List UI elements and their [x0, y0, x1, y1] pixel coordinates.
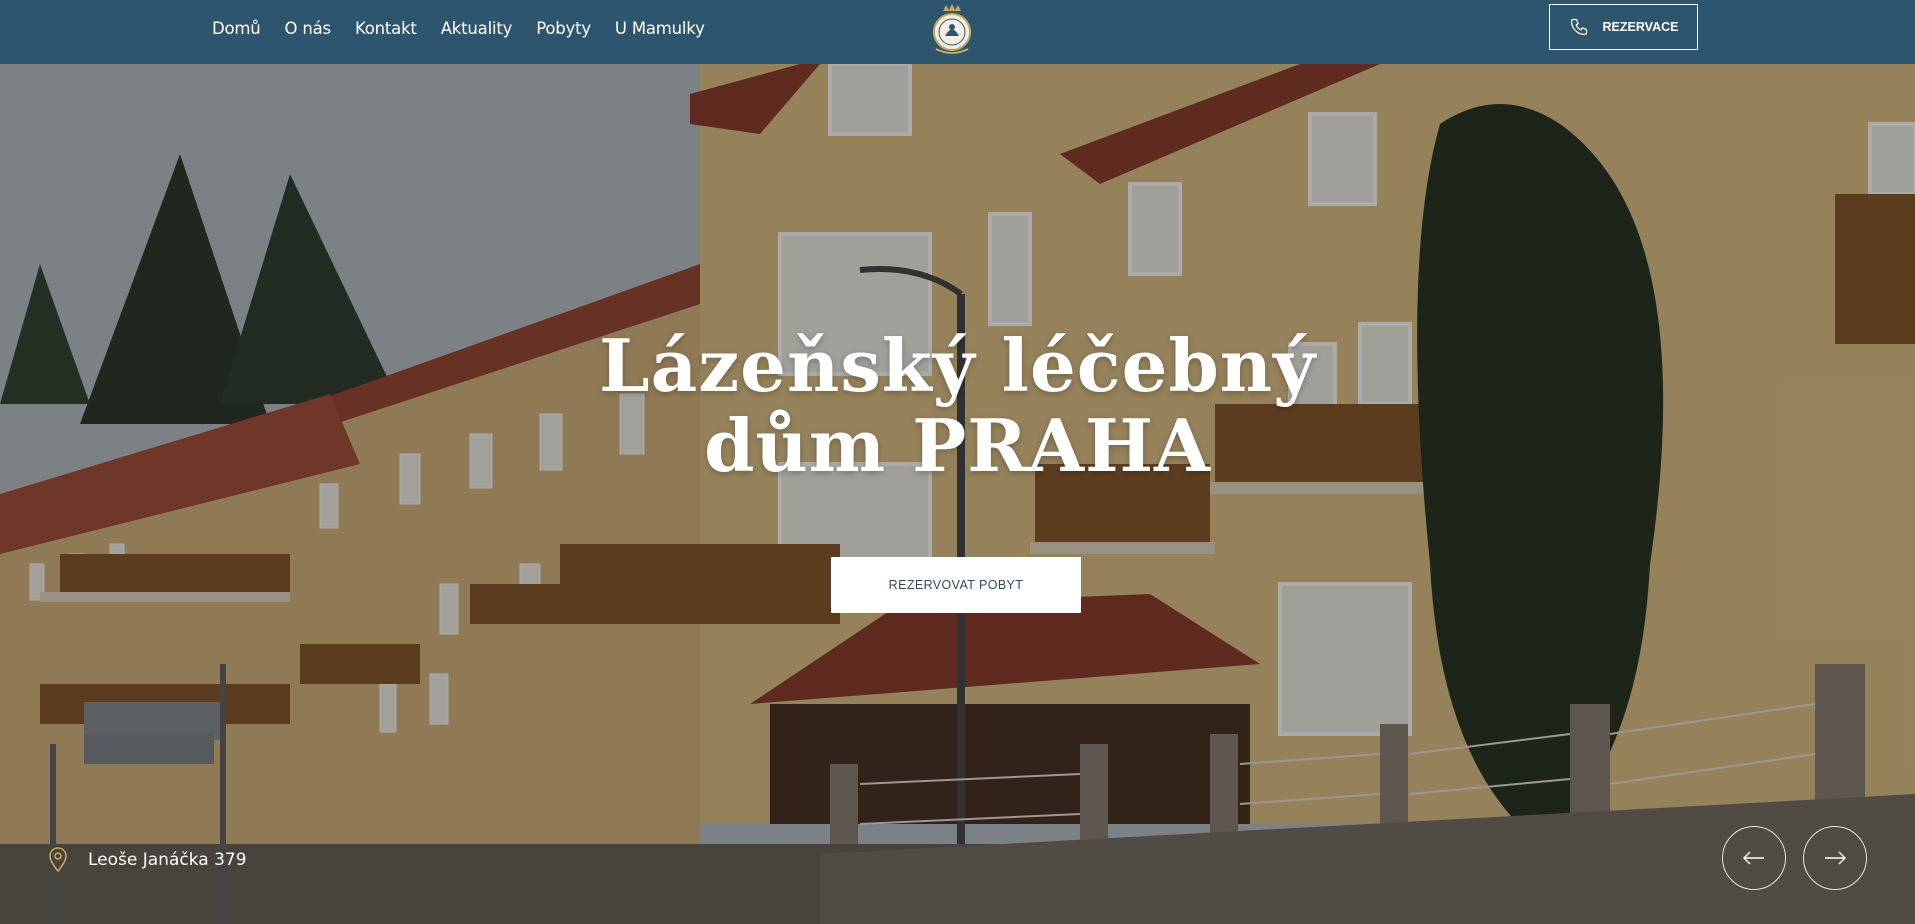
- book-stay-button[interactable]: REZERVOVAT POBYT: [831, 557, 1081, 613]
- nav-item-about[interactable]: O nás: [285, 19, 332, 38]
- main-nav: Domů O nás Kontakt Aktuality Pobyty U Ma…: [212, 0, 729, 56]
- nav-item-stays[interactable]: Pobyty: [536, 19, 591, 38]
- hero-title-line-2: dům PRAHA: [704, 403, 1211, 488]
- hero-dark-overlay: [0, 64, 1915, 924]
- nav-item-news[interactable]: Aktuality: [441, 19, 513, 38]
- arrow-left-icon: [1743, 851, 1764, 865]
- reserve-button[interactable]: REZERVACE: [1549, 4, 1698, 50]
- hero-title: Lázeňský léčebný dům PRAHA: [0, 326, 1915, 486]
- nav-item-contact[interactable]: Kontakt: [355, 19, 417, 38]
- slider-prev-button[interactable]: [1722, 826, 1786, 890]
- address[interactable]: Leoše Janáčka 379: [48, 847, 247, 873]
- hero-title-line-1: Lázeňský léčebný: [599, 323, 1316, 408]
- arrow-right-icon: [1825, 851, 1846, 865]
- site-header: Domů O nás Kontakt Aktuality Pobyty U Ma…: [0, 0, 1915, 64]
- nav-item-home[interactable]: Domů: [212, 19, 261, 38]
- map-pin-icon: [49, 847, 67, 873]
- phone-icon: [1570, 18, 1587, 36]
- crest-logo-icon[interactable]: [931, 3, 973, 57]
- reserve-button-label: REZERVACE: [1602, 20, 1679, 34]
- nav-item-u-mamulky[interactable]: U Mamulky: [615, 19, 705, 38]
- address-text: Leoše Janáčka 379: [88, 850, 247, 870]
- slider-next-button[interactable]: [1803, 826, 1867, 890]
- hero-section: Lázeňský léčebný dům PRAHA REZERVOVAT PO…: [0, 64, 1915, 924]
